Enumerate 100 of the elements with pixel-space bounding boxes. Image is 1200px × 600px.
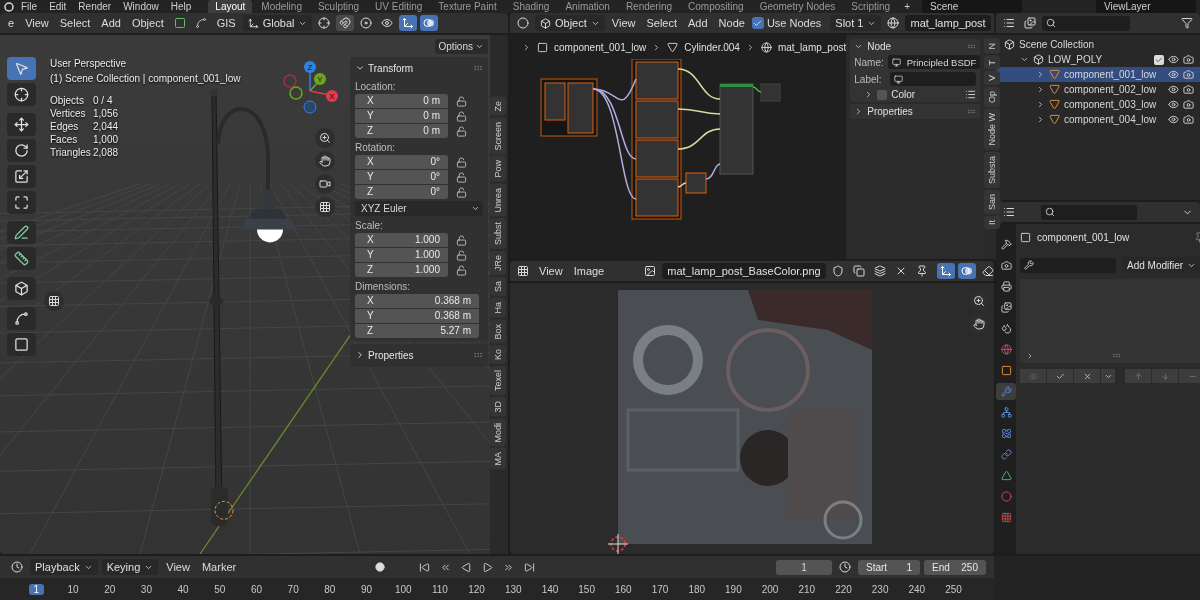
- number-field[interactable]: Y 0 m: [355, 109, 448, 123]
- menu-item[interactable]: View: [162, 561, 194, 573]
- camera-icon[interactable]: [1183, 99, 1194, 110]
- menu-item[interactable]: Object: [127, 17, 168, 29]
- workspace-tab[interactable]: Geometry Nodes: [752, 0, 843, 13]
- number-field[interactable]: Y 0°: [355, 170, 448, 184]
- end-frame-field[interactable]: End 250: [924, 559, 986, 575]
- menu-item[interactable]: Render: [73, 0, 117, 13]
- menu-dropdown[interactable]: Playback: [30, 559, 98, 575]
- name-field[interactable]: Principled BSDF: [887, 55, 981, 69]
- view-layer-field[interactable]: ViewLayer: [1096, 0, 1196, 13]
- workspace-tab[interactable]: Shading: [505, 0, 557, 13]
- number-field[interactable]: Y 1.000: [355, 248, 448, 262]
- list-close-icon[interactable]: [1074, 369, 1100, 383]
- checkbox[interactable]: [1154, 54, 1164, 65]
- menu-item[interactable]: Edit: [44, 0, 72, 13]
- number-field[interactable]: X 1.000: [355, 233, 448, 247]
- menu-item[interactable]: File: [16, 0, 43, 13]
- overlapping-circles-icon[interactable]: [420, 15, 439, 31]
- app-logo-icon[interactable]: [4, 1, 14, 12]
- grip-icon[interactable]: [473, 63, 483, 73]
- cube-icon[interactable]: [7, 277, 36, 300]
- square-icon[interactable]: [7, 333, 36, 356]
- lock-icon[interactable]: [456, 186, 467, 198]
- number-field[interactable]: X 0.368 m: [355, 294, 479, 308]
- lock-icon[interactable]: [456, 110, 467, 122]
- node-frame[interactable]: [631, 59, 682, 220]
- crosshair-icon[interactable]: [7, 83, 36, 106]
- eye-icon[interactable]: [1168, 84, 1179, 95]
- menu-item[interactable]: Window: [118, 0, 164, 13]
- outliner-row[interactable]: component_001_low: [996, 67, 1200, 82]
- side-tab[interactable]: Unrea: [490, 183, 506, 217]
- node-box[interactable]: [719, 83, 754, 175]
- workspace-tab[interactable]: Rendering: [618, 0, 680, 13]
- pen-icon[interactable]: [7, 221, 36, 244]
- side-tab[interactable]: V: [984, 71, 1001, 85]
- menu-item[interactable]: Select: [642, 17, 682, 29]
- workspace-tab[interactable]: Texture Paint: [431, 0, 504, 13]
- side-tab[interactable]: MA: [490, 448, 506, 470]
- camera-icon[interactable]: [1183, 54, 1194, 65]
- workspace-tab[interactable]: Modeling: [254, 0, 309, 13]
- lock-icon[interactable]: [456, 234, 467, 246]
- menu-item[interactable]: View: [535, 265, 567, 277]
- breadcrumb-item[interactable]: component_001_low: [554, 41, 647, 53]
- image-stack-icon[interactable]: [1021, 15, 1039, 31]
- lock-icon[interactable]: [456, 95, 467, 107]
- breadcrumb-item[interactable]: mat_lamp_post: [777, 41, 847, 53]
- checkbox[interactable]: [751, 17, 764, 29]
- lock-icon[interactable]: [456, 156, 467, 168]
- camera-icon[interactable]: [1183, 69, 1194, 80]
- menu-item[interactable]: Image: [569, 265, 609, 277]
- search-field[interactable]: [1020, 257, 1116, 273]
- chevron-down-icon[interactable]: [1101, 369, 1115, 383]
- workspace-tab[interactable]: Scripting: [844, 0, 898, 13]
- stopwatch-icon[interactable]: [836, 559, 854, 575]
- number-field[interactable]: X 0°: [355, 155, 448, 169]
- wrench-icon[interactable]: [996, 383, 1016, 400]
- grid-icon[interactable]: [315, 197, 335, 217]
- video-camera-icon[interactable]: [315, 174, 335, 194]
- workspace-tab[interactable]: Compositing: [681, 0, 751, 13]
- clock-icon[interactable]: [8, 559, 26, 575]
- scale-icon[interactable]: [7, 165, 36, 188]
- eye-icon[interactable]: [1168, 69, 1179, 80]
- scene-field[interactable]: Scene: [922, 0, 1022, 13]
- menu-dropdown[interactable]: Keying: [101, 559, 159, 575]
- side-tab[interactable]: It: [984, 215, 1001, 229]
- zoom-icon[interactable]: [315, 128, 335, 148]
- menu-item[interactable]: Select: [55, 17, 95, 29]
- material-field[interactable]: mat_lamp_post: [905, 15, 991, 31]
- eye-icon[interactable]: [1168, 54, 1179, 65]
- lock-icon[interactable]: [456, 264, 467, 276]
- breadcrumb-item[interactable]: Cylinder.004: [684, 41, 740, 53]
- side-tab[interactable]: Screen: [490, 117, 506, 155]
- curve-icon[interactable]: [7, 307, 36, 330]
- axis-gizmo-drawing[interactable]: Z Y X: [276, 59, 340, 117]
- lock-icon[interactable]: [456, 171, 467, 183]
- arrows-icon[interactable]: [399, 15, 418, 31]
- menu-item[interactable]: Add: [684, 17, 712, 29]
- grip-icon[interactable]: [967, 107, 977, 116]
- node-frame[interactable]: [540, 78, 598, 137]
- checkbox[interactable]: [877, 89, 888, 100]
- rotation-mode-dropdown[interactable]: XYZ Euler: [355, 201, 483, 216]
- overlapping-circles-icon[interactable]: [957, 263, 976, 279]
- side-tab[interactable]: Substa: [984, 151, 1001, 188]
- side-tab[interactable]: Box: [490, 319, 506, 344]
- ruler-icon[interactable]: [7, 247, 36, 270]
- menu-item[interactable]: View: [607, 17, 640, 29]
- workspace-tab[interactable]: UV Editing: [368, 0, 430, 13]
- rotate-icon[interactable]: [7, 139, 36, 162]
- eye-icon[interactable]: [1168, 99, 1179, 110]
- side-tab[interactable]: Ze: [490, 97, 506, 116]
- side-tab[interactable]: Sa: [490, 277, 506, 297]
- eye-icon[interactable]: [1168, 114, 1179, 125]
- node-box[interactable]: [685, 172, 707, 194]
- grip-icon[interactable]: [473, 350, 483, 360]
- side-tab[interactable]: Op: [984, 87, 1001, 108]
- side-tab[interactable]: T: [984, 55, 1001, 69]
- search-field[interactable]: [1042, 15, 1130, 31]
- menu-item[interactable]: Marker: [197, 561, 241, 573]
- arrows-icon[interactable]: [936, 263, 955, 279]
